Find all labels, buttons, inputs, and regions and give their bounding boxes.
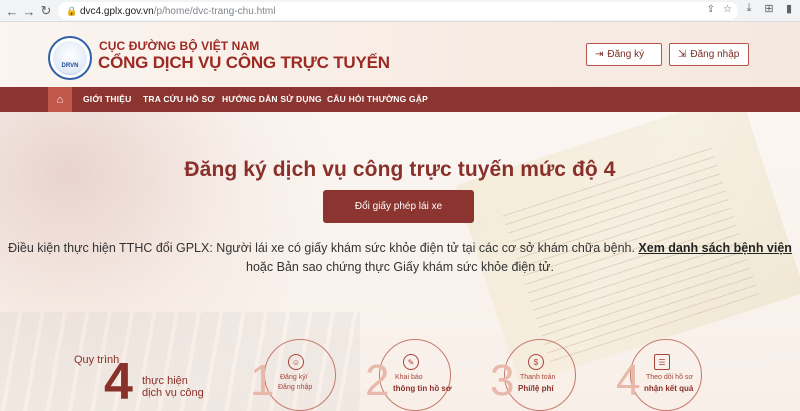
step-number: 4 (616, 356, 641, 405)
step-line2: thông tin hồ sơ (393, 384, 452, 393)
site-header: DRVN CỤC ĐƯỜNG BỘ VIỆT NAM CỔNG DỊCH VỤ … (0, 22, 800, 87)
step-number: 2 (365, 356, 390, 405)
desc-text-after: hoặc Bản sao chứng thực Giấy khám sức kh… (246, 260, 554, 274)
menu-item-lookup[interactable]: TRA CỨU HỒ SƠ (143, 94, 215, 104)
hero-description: Điều kiện thực hiện TTHC đổi GPLX: Người… (0, 239, 800, 277)
main-menu: ⌂ GIỚI THIỆU TRA CỨU HỒ SƠ HƯỚNG DẪN SỬ … (0, 87, 800, 112)
hero-section: Đăng ký dịch vụ công trực tuyến mức độ 4… (0, 112, 800, 411)
menu-item-about[interactable]: GIỚI THIỆU (83, 94, 131, 104)
site-title: CỔNG DỊCH VỤ CÔNG TRỰC TUYẾN (98, 53, 390, 72)
process-label-line1: thực hiện (142, 375, 188, 387)
site-logo[interactable]: DRVN (48, 36, 92, 80)
edit-icon: ✎ (403, 354, 419, 370)
url-path: /p/home/dvc-trang-chu.html (153, 5, 276, 17)
url-host: dvc4.gplx.gov.vn (80, 5, 154, 17)
user-icon: ☺ (288, 354, 304, 370)
process-step-1: 1 ☺ Đăng ký/ Đăng nhập (250, 334, 350, 411)
process-step-3: 3 $ Thanh toán Phí/lệ phí (490, 334, 590, 411)
menu-item-faq[interactable]: CÂU HỎI THƯỜNG GẶP (327, 94, 428, 104)
home-icon[interactable]: ⌂ (48, 87, 72, 112)
login-label: Đăng nhập (690, 49, 740, 60)
process-label-bottom: thực hiện dịch vụ công (142, 375, 204, 399)
sidepanel-icon[interactable]: ▮ (782, 2, 796, 15)
document-icon: ☰ (654, 354, 670, 370)
process-label-line2: dịch vụ công (142, 387, 204, 399)
register-button[interactable]: ⇥ Đăng ký (586, 43, 662, 66)
step-line1: Đăng ký/ (280, 374, 308, 381)
reload-icon[interactable]: ↻ (36, 1, 56, 21)
desc-text-before: Điều kiện thực hiện TTHC đổi GPLX: Người… (8, 241, 639, 255)
org-name: CỤC ĐƯỜNG BỘ VIỆT NAM (99, 39, 260, 53)
process-big-number: 4 (104, 353, 133, 411)
process-step-2: 2 ✎ Khai báo thông tin hồ sơ (365, 334, 465, 411)
step-line2: Phí/lệ phí (518, 384, 554, 393)
download-icon[interactable]: ⤓ (742, 2, 756, 15)
login-icon: ⇲ (678, 49, 687, 60)
step-line2: Đăng nhập (278, 384, 313, 391)
register-label: Đăng ký (607, 49, 645, 60)
hero-title: Đăng ký dịch vụ công trực tuyến mức độ 4 (184, 158, 616, 181)
step-line1: Khai báo (395, 374, 423, 381)
process-step-4: 4 ☰ Theo dõi hồ sơ nhận kết quả (616, 334, 716, 411)
login-button[interactable]: ⇲ Đăng nhập (669, 43, 749, 66)
site-info-icon[interactable]: 🔒 (66, 6, 77, 16)
menu-item-guide[interactable]: HƯỚNG DẪN SỬ DỤNG (222, 94, 322, 104)
hospital-list-link[interactable]: Xem danh sách bệnh viện (638, 241, 792, 255)
step-line2: nhận kết quả (644, 384, 694, 393)
extensions-icon[interactable]: ⊞ (762, 2, 776, 15)
address-bar[interactable]: 🔒 dvc4.gplx.gov.vn/p/home/dvc-trang-chu.… (58, 2, 738, 20)
step-number: 3 (490, 356, 515, 405)
payment-icon: $ (528, 354, 544, 370)
logo-text: DRVN (61, 63, 79, 69)
share-icon[interactable]: ⇪ (707, 4, 715, 15)
step-line1: Theo dõi hồ sơ (646, 374, 694, 381)
step-number: 1 (250, 356, 275, 405)
bookmark-star-icon[interactable]: ☆ (723, 4, 732, 15)
step-line1: Thanh toán (520, 374, 556, 381)
renew-license-button[interactable]: Đổi giấy phép lái xe (323, 190, 474, 223)
browser-toolbar: ← → ↻ 🔒 dvc4.gplx.gov.vn/p/home/dvc-tran… (0, 0, 800, 22)
register-icon: ⇥ (595, 49, 604, 60)
